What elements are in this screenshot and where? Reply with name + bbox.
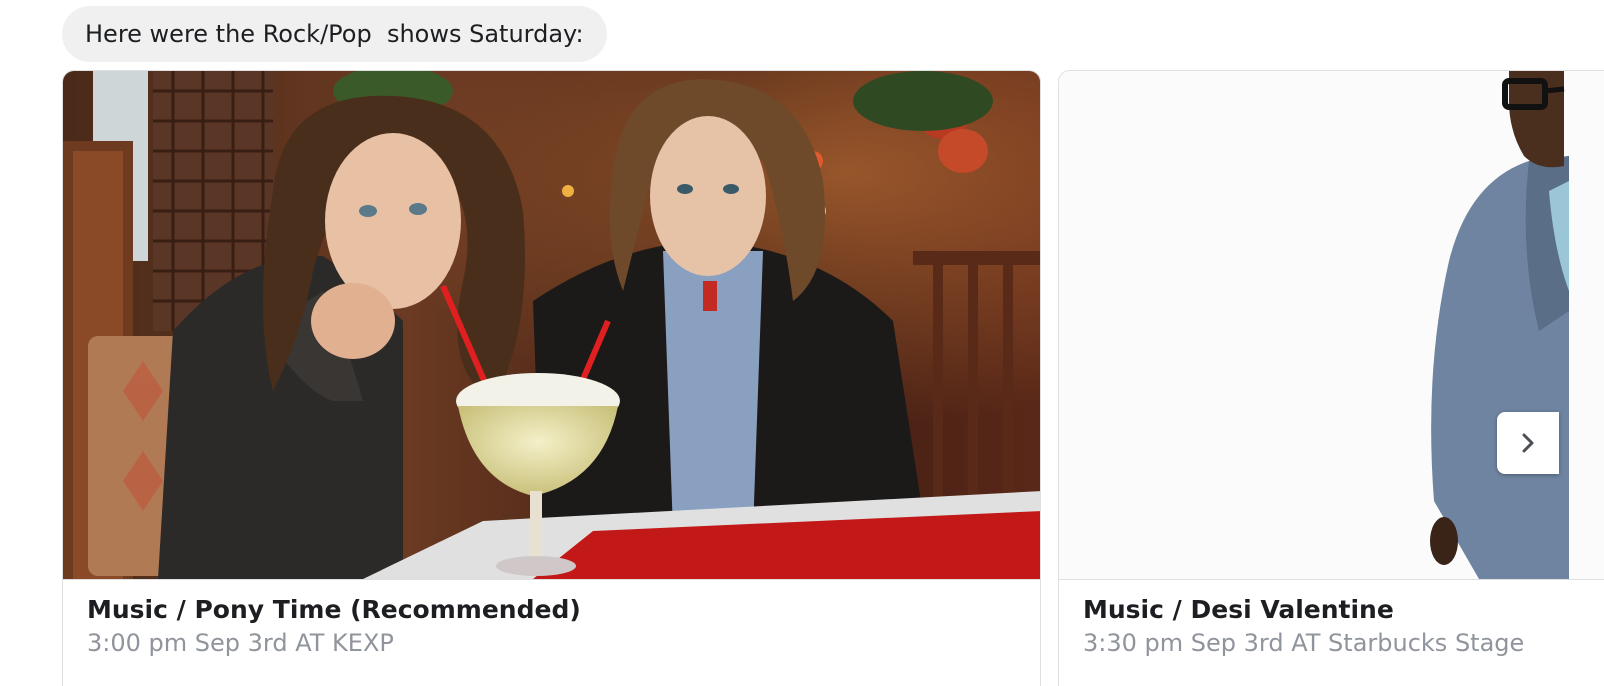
message-bubble: Here were the Rock/Pop shows Saturday:: [62, 6, 607, 62]
event-info-desi-valentine[interactable]: Music / Desi Valentine 3:30 pm Sep 3rd A…: [1059, 579, 1604, 686]
band-photo: [63, 71, 1040, 579]
message-text: Here were the Rock/Pop shows Saturday:: [85, 20, 584, 48]
event-title: Music / Pony Time (Recommended): [87, 595, 581, 624]
event-card-desi-valentine[interactable]: Music / Desi Valentine 3:30 pm Sep 3rd A…: [1058, 70, 1604, 686]
event-title: Music / Desi Valentine: [1083, 595, 1394, 624]
event-image-desi-valentine[interactable]: [1059, 71, 1604, 579]
event-carousel[interactable]: Music / Pony Time (Recommended) 3:00 pm …: [62, 70, 1604, 686]
carousel-next-button[interactable]: [1497, 412, 1559, 474]
event-details: 3:30 pm Sep 3rd AT Starbucks Stage: [1083, 629, 1525, 657]
chevron-right-icon: [1522, 433, 1534, 453]
event-info-pony-time[interactable]: Music / Pony Time (Recommended) 3:00 pm …: [63, 579, 1040, 686]
artist-photo: [1059, 71, 1604, 579]
event-card-pony-time[interactable]: Music / Pony Time (Recommended) 3:00 pm …: [62, 70, 1041, 686]
event-details: 3:00 pm Sep 3rd AT KEXP: [87, 629, 394, 657]
event-image-pony-time[interactable]: [63, 71, 1040, 579]
